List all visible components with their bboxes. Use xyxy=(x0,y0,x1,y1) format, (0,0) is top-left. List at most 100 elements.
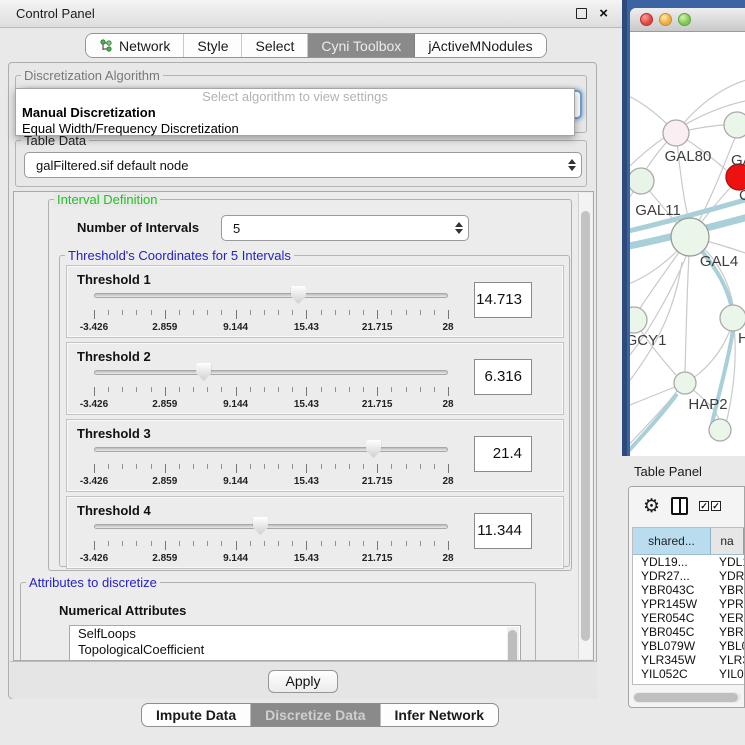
zoom-traffic-light[interactable] xyxy=(678,13,691,26)
tab-jactivemnodules[interactable]: jActiveMNodules xyxy=(415,34,545,57)
network-node-label: GAL4 xyxy=(700,253,738,270)
network-canvas[interactable]: GAL80GACGAL11GAL4GCY1HHAP2 xyxy=(630,32,745,456)
threshold-4-value-field[interactable]: 11.344 xyxy=(474,513,532,549)
tab-select[interactable]: Select xyxy=(242,34,308,57)
attribute-list-item[interactable]: SelfLoops xyxy=(70,626,520,642)
cell-shared-name[interactable]: YDL19... xyxy=(633,555,711,569)
cell-shared-name[interactable]: YLR345W xyxy=(633,653,711,667)
cell-name[interactable]: YBR0 xyxy=(711,625,744,639)
table-row[interactable]: YBR043CYBR0 xyxy=(633,583,744,597)
close-traffic-light[interactable] xyxy=(640,13,653,26)
numerical-attributes-list[interactable]: SelfLoopsTopologicalCoefficientBetweenne… xyxy=(69,625,521,661)
close-icon[interactable]: × xyxy=(599,8,608,19)
threshold-3-slider[interactable]: -3.4262.8599.14415.4321.71528 xyxy=(94,440,448,488)
network-graph[interactable]: GAL80GACGAL11GAL4GCY1HHAP2 xyxy=(630,32,745,456)
tab-network[interactable]: Network xyxy=(86,34,184,57)
table-row[interactable]: YDR27...YDR2 xyxy=(633,569,744,583)
cell-name[interactable]: YBR0 xyxy=(711,583,744,597)
table-row[interactable]: YBR045CYBR0 xyxy=(633,625,744,639)
slider-handle[interactable] xyxy=(366,440,381,458)
checkbox-icon[interactable]: ✓ xyxy=(711,501,721,511)
slider-handle[interactable] xyxy=(253,517,268,535)
network-node[interactable] xyxy=(663,120,689,146)
threshold-2-value-field[interactable]: 6.316 xyxy=(474,359,532,395)
cell-name[interactable]: YIL0 xyxy=(711,667,744,681)
apply-button[interactable]: Apply xyxy=(268,670,338,693)
network-node[interactable] xyxy=(724,112,745,138)
network-node[interactable] xyxy=(674,372,696,394)
cell-name[interactable]: YER0 xyxy=(711,611,744,625)
tab-cyni-toolbox[interactable]: Cyni Toolbox xyxy=(308,34,415,57)
float-window-icon[interactable] xyxy=(576,8,587,19)
cell-name[interactable]: YLR3 xyxy=(711,653,744,667)
table-row[interactable]: YBL079WYBL0 xyxy=(633,639,744,653)
slider-ticks xyxy=(94,387,448,396)
cell-shared-name[interactable]: YPR145W xyxy=(633,597,711,611)
threshold-3-value-field[interactable]: 21.4 xyxy=(474,436,532,472)
table-horizontal-scrollbar[interactable] xyxy=(633,692,741,703)
number-of-intervals-combobox[interactable]: 5 xyxy=(221,215,469,241)
gear-icon[interactable]: ⚙ xyxy=(643,497,660,516)
slider-handle[interactable] xyxy=(291,286,306,304)
major-tick xyxy=(165,387,166,396)
split-columns-icon[interactable] xyxy=(671,497,688,515)
table-row[interactable]: YPR145WYPR1 xyxy=(633,597,744,611)
cell-shared-name[interactable]: YIL052C xyxy=(633,667,711,681)
list-scrollbar-thumb[interactable] xyxy=(508,630,517,661)
table-header-row: shared... na xyxy=(633,528,744,555)
threshold-2-label: Threshold 2 xyxy=(77,349,151,364)
cell-shared-name[interactable]: YER054C xyxy=(633,611,711,625)
table-row[interactable]: YLR345WYLR3 xyxy=(633,653,744,667)
cell-shared-name[interactable]: YBR043C xyxy=(633,583,711,597)
tab-discretize-data[interactable]: Discretize Data xyxy=(251,704,380,726)
table-data-combobox[interactable]: galFiltered.sif default node xyxy=(24,152,582,178)
minor-tick xyxy=(151,387,152,392)
column-header-name[interactable]: na xyxy=(711,528,744,554)
threshold-1-slider[interactable]: -3.4262.8599.14415.4321.71528 xyxy=(94,286,448,334)
slider-handle[interactable] xyxy=(196,363,211,381)
cell-name[interactable]: YPR1 xyxy=(711,597,744,611)
attributes-group-title: Attributes to discretize xyxy=(26,575,160,590)
minor-tick xyxy=(321,464,322,469)
threshold-2-slider[interactable]: -3.4262.8599.14415.4321.71528 xyxy=(94,363,448,411)
column-header-shared-name[interactable]: shared... xyxy=(633,528,711,554)
threshold-4-slider[interactable]: -3.4262.8599.14415.4321.71528 xyxy=(94,517,448,565)
cell-name[interactable]: YDL1 xyxy=(711,555,744,569)
tab-style[interactable]: Style xyxy=(184,34,242,57)
popup-item-manual-discretization[interactable]: Manual Discretization xyxy=(16,105,574,121)
network-node[interactable] xyxy=(720,305,745,331)
network-node[interactable] xyxy=(630,307,647,333)
popup-item-equal-width-frequency[interactable]: Equal Width/Frequency Discretization xyxy=(16,121,574,137)
node-table: shared... na YDL19...YDL1YDR27...YDR2YBR… xyxy=(632,527,744,685)
minor-tick xyxy=(321,541,322,546)
right-column: GAL80GACGAL11GAL4GCY1HHAP2 Table Panel ⚙… xyxy=(622,0,745,745)
network-node[interactable] xyxy=(630,168,654,194)
attribute-list-item[interactable]: TopologicalCoefficient xyxy=(70,642,520,658)
table-row[interactable]: YDL19...YDL1 xyxy=(633,555,744,569)
checkbox-icon[interactable]: ✓ xyxy=(699,501,709,511)
scrollbar-thumb[interactable] xyxy=(581,211,590,641)
major-tick xyxy=(377,541,378,550)
tab-infer-network[interactable]: Infer Network xyxy=(381,704,498,726)
tick-label: 9.144 xyxy=(223,476,248,487)
tab-impute-data[interactable]: Impute Data xyxy=(142,704,251,726)
settings-vertical-scrollbar[interactable] xyxy=(578,193,592,659)
network-edge-thick[interactable] xyxy=(630,394,677,456)
list-scrollbar[interactable] xyxy=(507,627,519,661)
threshold-1-value-field[interactable]: 14.713 xyxy=(474,282,532,318)
network-node[interactable] xyxy=(671,218,709,256)
minimize-traffic-light[interactable] xyxy=(659,13,672,26)
cell-name[interactable]: YBL0 xyxy=(711,639,744,653)
minor-tick xyxy=(122,387,123,392)
number-of-intervals-label: Number of Intervals xyxy=(77,220,199,235)
table-row[interactable]: YIL052CYIL0 xyxy=(633,667,744,681)
cell-shared-name[interactable]: YDR27... xyxy=(633,569,711,583)
cell-shared-name[interactable]: YBL079W xyxy=(633,639,711,653)
network-node[interactable] xyxy=(709,419,731,441)
attributes-group: Attributes to discretize Numerical Attri… xyxy=(20,582,536,661)
tab-discretize-data-label: Discretize Data xyxy=(265,707,365,723)
cell-name[interactable]: YDR2 xyxy=(711,569,744,583)
table-row[interactable]: YER054CYER0 xyxy=(633,611,744,625)
cell-shared-name[interactable]: YBR045C xyxy=(633,625,711,639)
scrollbar-thumb[interactable] xyxy=(634,693,738,702)
